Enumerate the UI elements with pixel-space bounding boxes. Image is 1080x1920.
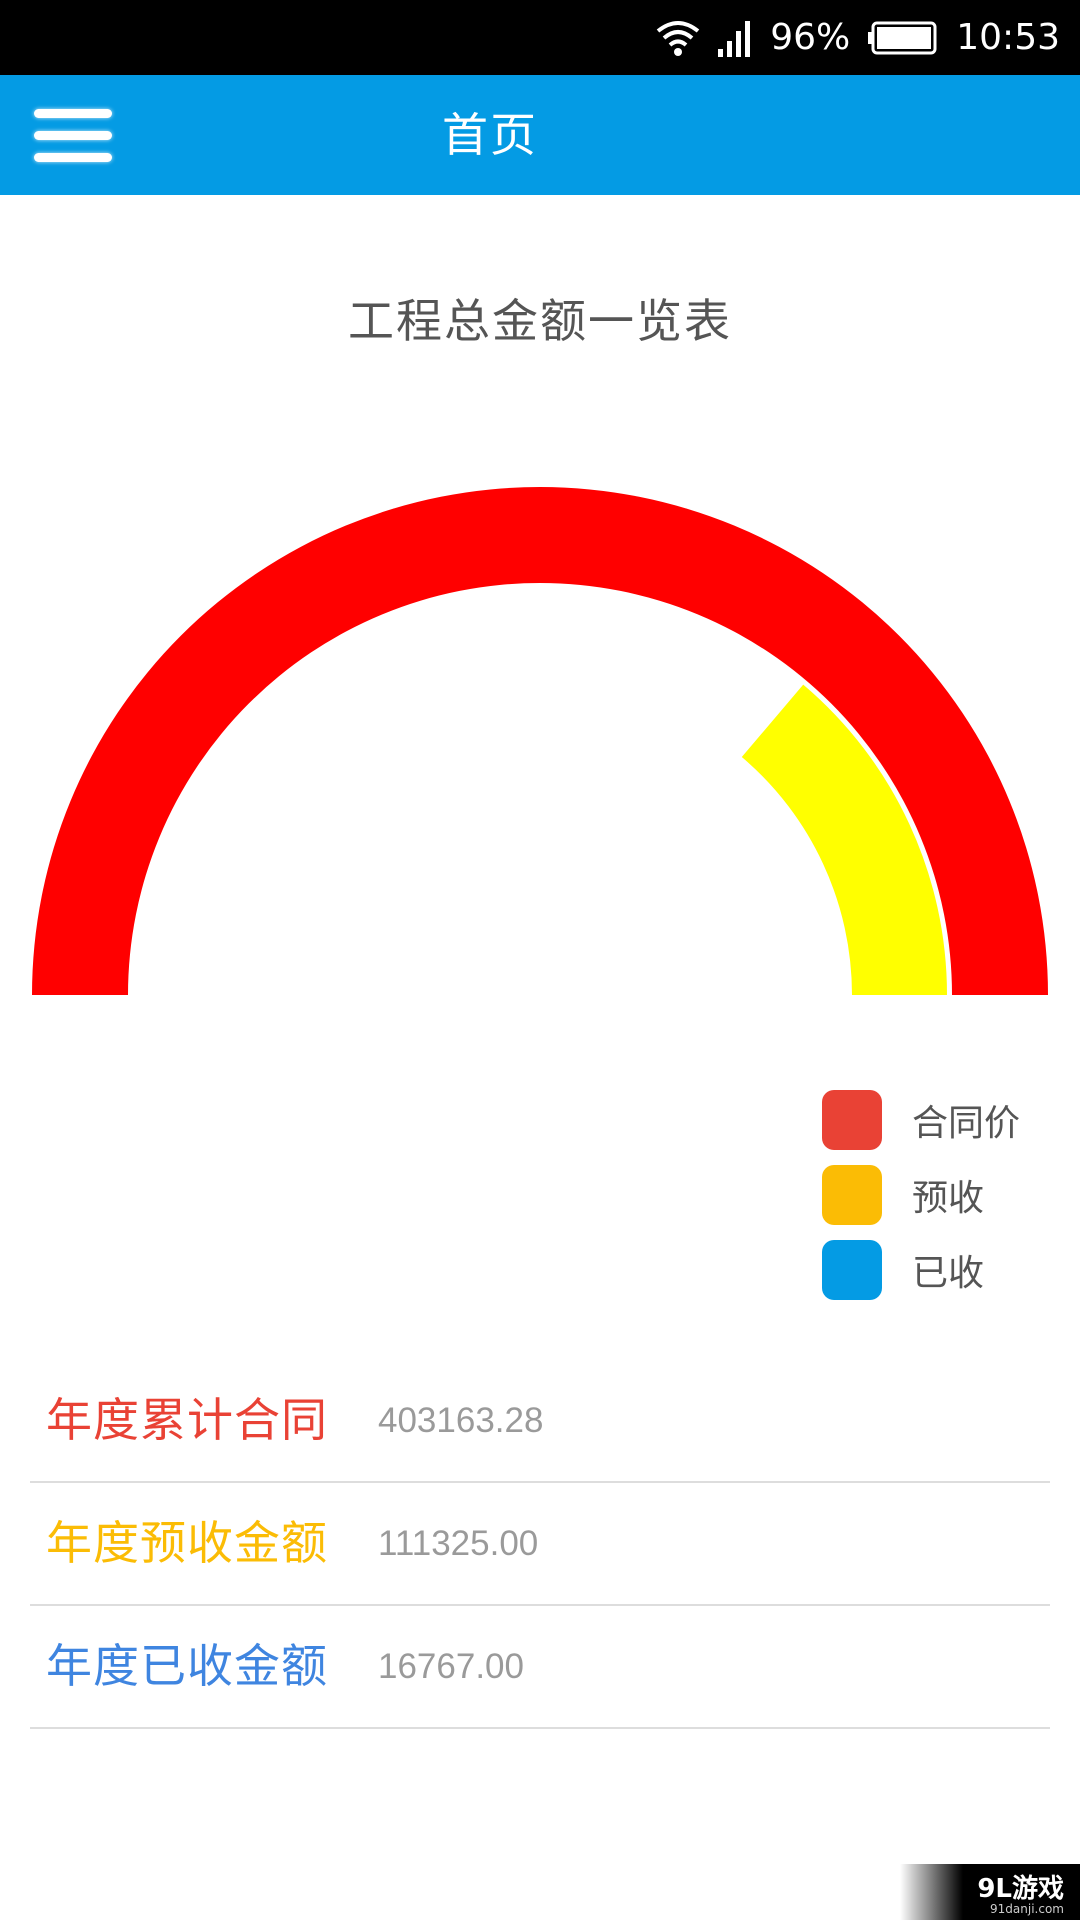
- stats-list: 年度累计合同 403163.28 年度预收金额 111325.00 年度已收金额…: [30, 1360, 1050, 1729]
- stat-value-received: 16767.00: [378, 1647, 524, 1686]
- legend-swatch-contract: [822, 1090, 882, 1150]
- stat-value-advance: 111325.00: [378, 1524, 539, 1563]
- stat-label-received: 年度已收金额: [46, 1639, 328, 1693]
- stat-row-contract[interactable]: 年度累计合同 403163.28: [30, 1360, 1050, 1483]
- battery-icon: [868, 21, 937, 54]
- page-title: 首页: [442, 108, 538, 162]
- wifi-icon: [656, 20, 700, 56]
- stat-row-advance[interactable]: 年度预收金额 111325.00: [30, 1483, 1050, 1606]
- legend-label-received: 已收: [912, 1253, 985, 1294]
- legend-item-contract: 合同价: [822, 1090, 1020, 1150]
- chart-title: 工程总金额一览表: [348, 294, 732, 348]
- stat-value-contract: 403163.28: [378, 1401, 544, 1440]
- stat-row-received[interactable]: 年度已收金额 16767.00: [30, 1606, 1050, 1729]
- watermark-sub: 91danji.com: [990, 1902, 1064, 1916]
- legend-item-advance: 预收: [822, 1165, 1020, 1225]
- watermark-logo: 9L游戏 91danji.com: [900, 1864, 1080, 1920]
- stat-label-advance: 年度预收金额: [46, 1516, 328, 1570]
- chart-legend: 合同价 预收 已收: [822, 1090, 1020, 1315]
- status-time: 10:53: [956, 17, 1060, 58]
- legend-label-advance: 预收: [912, 1178, 985, 1219]
- gauge-chart: [32, 487, 1048, 995]
- legend-item-received: 已收: [822, 1240, 1020, 1300]
- status-right: 96% 10:53: [656, 0, 1060, 75]
- watermark-main: 9L游戏: [977, 1874, 1064, 1904]
- legend-swatch-received: [822, 1240, 882, 1300]
- legend-label-contract: 合同价: [912, 1103, 1021, 1144]
- status-bar: 96% 10:53: [0, 0, 1080, 75]
- signal-icon: [718, 20, 751, 57]
- stat-label-contract: 年度累计合同: [46, 1393, 328, 1447]
- battery-percent: 96%: [770, 17, 851, 58]
- legend-swatch-advance: [822, 1165, 882, 1225]
